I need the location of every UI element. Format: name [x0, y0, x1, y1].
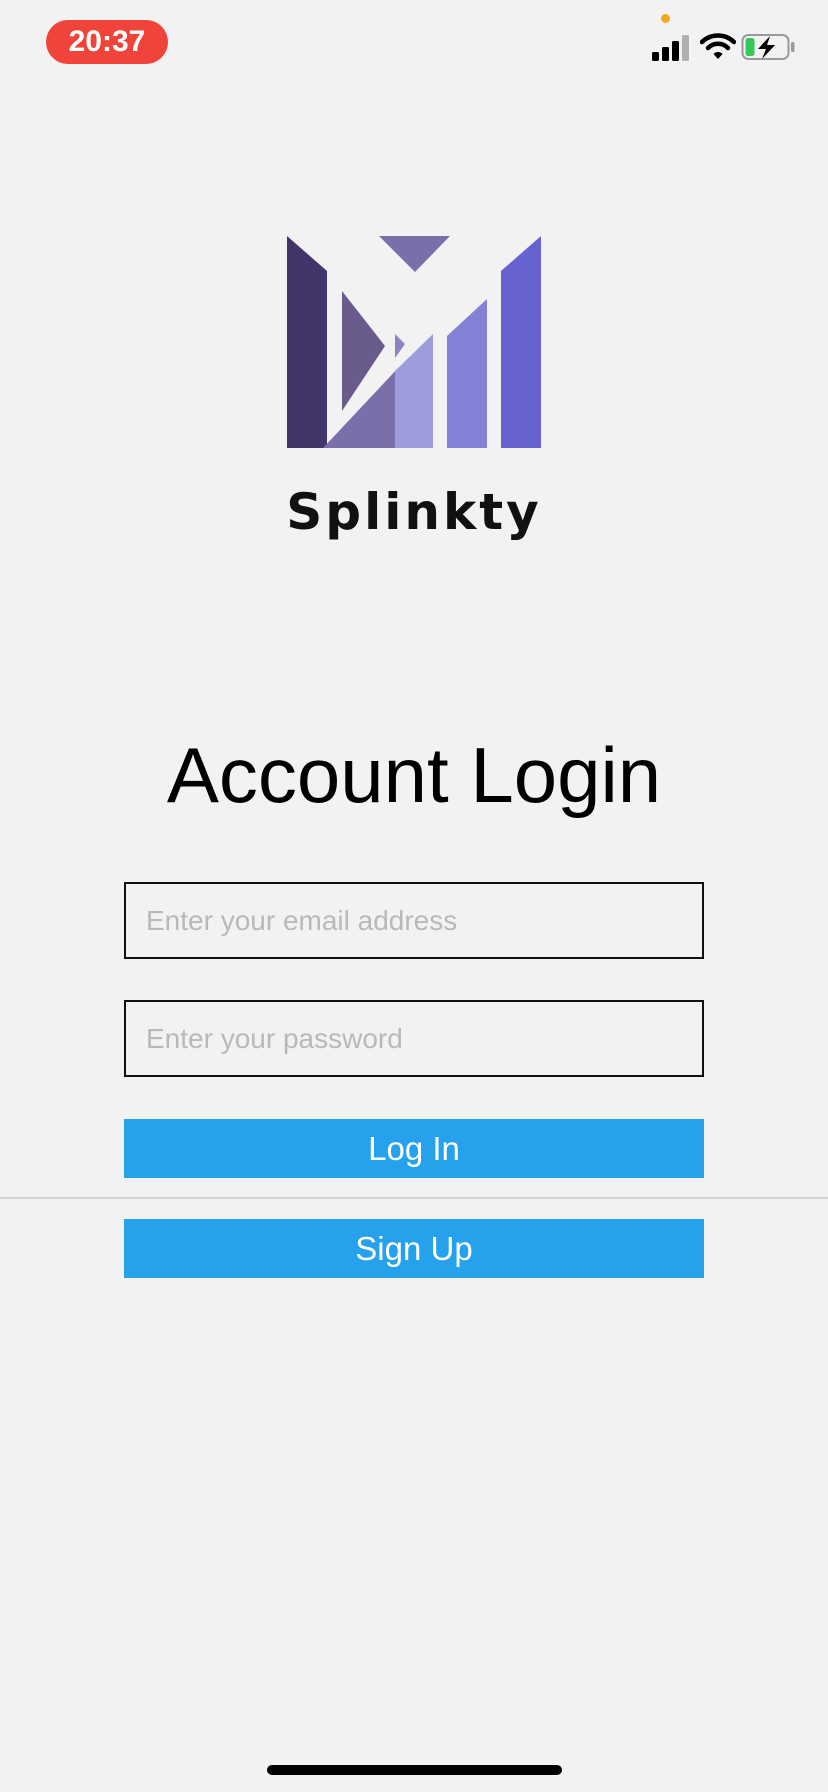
home-indicator[interactable] [267, 1765, 562, 1775]
privacy-indicator-dot [661, 14, 670, 23]
signup-button[interactable]: Sign Up [124, 1219, 704, 1278]
page-title: Account Login [166, 731, 662, 819]
email-field[interactable] [124, 882, 704, 959]
password-field[interactable] [124, 1000, 704, 1077]
wifi-icon [700, 33, 736, 59]
cellular-signal-icon [652, 35, 689, 61]
login-button[interactable]: Log In [124, 1119, 704, 1178]
status-time: 20:37 [46, 20, 168, 64]
divider [0, 1197, 828, 1199]
battery-charging-icon [741, 34, 795, 60]
status-icons [650, 32, 800, 66]
brand-name: Splinkty [286, 483, 542, 541]
splinkty-logo [287, 236, 541, 448]
